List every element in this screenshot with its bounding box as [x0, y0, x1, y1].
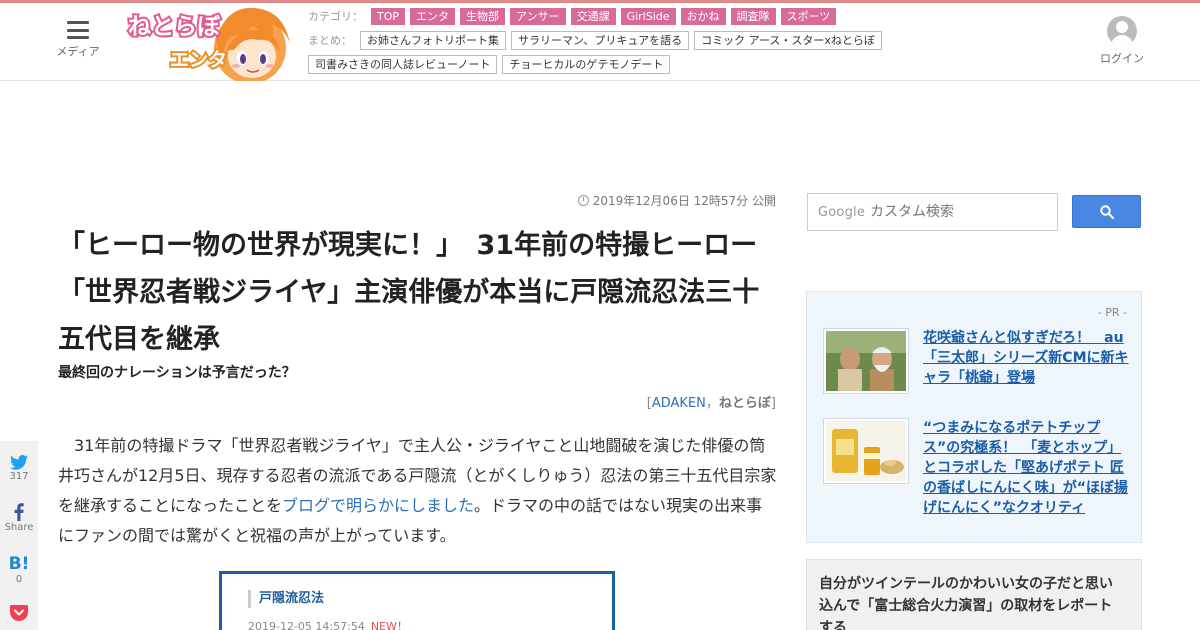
category-tag-enta[interactable]: エンタ — [410, 7, 456, 25]
category-tag-seibutsubu[interactable]: 生物部 — [460, 7, 506, 25]
hatena-icon: B! — [8, 554, 30, 574]
page: メディア ねとらぼ エンタ カテゴリ： TOP エンタ 生物部 アンサー 交通課… — [0, 0, 1200, 630]
login-label: ログイン — [1100, 52, 1144, 65]
summary-tag-getemono-date[interactable]: チョーヒカルのゲテモノデート — [502, 54, 671, 74]
hatena-count: 0 — [15, 574, 23, 585]
article-body-paragraph: 31年前の特撮ドラマ「世界忍者戦ジライヤ」で主人公・ジライヤこと山地闘破を演じた… — [58, 431, 778, 551]
ranking-link[interactable]: 自分がツインテールのかわいい女の子だと思い込んで「富士総合火力演習」の取材をレポ… — [819, 573, 1119, 630]
byline: [ADAKEN，ねとらぼ] — [647, 392, 776, 411]
pr-link[interactable]: “つまみになるポテトチップス”の究極系！ 「麦とホップ」とコラボした「堅あげポテ… — [923, 418, 1131, 518]
search-input[interactable] — [870, 204, 1050, 220]
media-menu-button[interactable]: メディア — [56, 21, 100, 59]
share-bar: 317 Share B! 0 — [0, 441, 38, 630]
pr-item[interactable]: 花咲爺さんと似すぎだろ！ au「三太郎」シリーズ新CMに新キャラ「桃爺」登場 — [823, 328, 1135, 398]
clock-icon — [577, 195, 589, 206]
logo-text: ねとらぼ — [128, 14, 221, 40]
category-tag-kotsuka[interactable]: 交通課 — [570, 7, 616, 25]
category-tag-girlside[interactable]: GirlSide — [620, 7, 676, 25]
media-menu-label: メディア — [56, 45, 100, 58]
article-subtitle: 最終回のナレーションは予言だった？ — [58, 365, 296, 381]
summary-tag-photo-report[interactable]: お姉さんフォトリポート集 — [360, 30, 506, 50]
summary-nav-row2: 司書みさきの同人誌レビューノート チョーヒカルのゲテモノデート — [308, 54, 675, 74]
new-badge: NEW！ — [370, 620, 408, 630]
category-tag-chosatai[interactable]: 調査隊 — [730, 7, 776, 25]
figure-date-text: 2019-12-05 14:57:54 — [248, 620, 365, 630]
pocket-icon — [10, 605, 28, 621]
category-label: カテゴリ： — [308, 10, 363, 23]
ranking-box: 自分がツインテールのかわいい女の子だと思い込んで「富士総合火力演習」の取材をレポ… — [806, 559, 1142, 630]
byline-sep: ， — [705, 396, 719, 411]
hamburger-icon — [67, 21, 89, 39]
twitter-share-button[interactable]: 317 — [0, 455, 38, 482]
user-avatar-icon — [1107, 16, 1137, 46]
summary-tag-comic-earthstar[interactable]: コミック アース・スターxねとらぼ — [694, 30, 882, 50]
category-tag-okane[interactable]: おかね — [680, 7, 726, 25]
summary-tag-precure[interactable]: サラリーマン、プリキュアを語る — [511, 30, 690, 50]
category-tag-top[interactable]: TOP — [371, 7, 406, 25]
site-logo[interactable]: ねとらぼ エンタ — [126, 0, 302, 81]
publisher-name: ねとらぼ — [718, 396, 771, 411]
google-brand: Google — [818, 205, 866, 220]
site-header: メディア ねとらぼ エンタ カテゴリ： TOP エンタ 生物部 アンサー 交通課… — [0, 3, 1200, 81]
pr-thumbnail — [823, 328, 909, 394]
facebook-share-button[interactable]: Share — [0, 503, 38, 533]
summary-nav: まとめ： お姉さんフォトリポート集 サラリーマン、プリキュアを語る コミック ア… — [308, 30, 887, 50]
facebook-label: Share — [4, 522, 34, 533]
figure-title: 戸隠流忍法 — [248, 590, 324, 608]
pocket-share-button[interactable] — [0, 605, 38, 621]
byline-close: ] — [770, 396, 776, 411]
publish-date: 2019年12月06日 12時57分 公開 — [577, 192, 776, 209]
facebook-icon — [14, 503, 24, 521]
article-figure[interactable]: 戸隠流忍法 2019-12-05 14:57:54 NEW！ — [219, 571, 615, 630]
hatena-bookmark-button[interactable]: B! 0 — [0, 555, 38, 585]
google-custom-search: Google — [807, 193, 1058, 231]
login-button[interactable]: ログイン — [1096, 16, 1148, 66]
pr-link[interactable]: 花咲爺さんと似すぎだろ！ au「三太郎」シリーズ新CMに新キャラ「桃爺」登場 — [923, 328, 1131, 388]
logo-sub-text: エンタ — [170, 49, 227, 71]
publish-date-text: 2019年12月06日 12時57分 公開 — [592, 194, 776, 208]
search-button[interactable] — [1072, 195, 1141, 228]
search-icon — [1100, 205, 1114, 219]
category-tag-sports[interactable]: スポーツ — [780, 7, 837, 25]
summary-tag-doujin-review[interactable]: 司書みさきの同人誌レビューノート — [308, 54, 498, 74]
pr-box: - PR - 花咲爺さんと似すぎだろ！ au「三太郎」シリーズ新CMに新キャラ「… — [806, 291, 1142, 543]
figure-date: 2019-12-05 14:57:54 NEW！ — [248, 618, 408, 630]
category-tag-answer[interactable]: アンサー — [510, 7, 566, 25]
summary-label: まとめ： — [308, 34, 352, 47]
twitter-count: 317 — [9, 471, 29, 482]
twitter-icon — [10, 455, 28, 470]
article-title: 「ヒーロー物の世界が現実に！」 31年前の特撮ヒーロー「世界忍者戦ジライヤ」主演… — [58, 230, 760, 355]
blog-link[interactable]: ブログで明らかにしました — [282, 496, 474, 515]
pr-item[interactable]: “つまみになるポテトチップス”の究極系！ 「麦とホップ」とコラボした「堅あげポテ… — [823, 418, 1135, 528]
pr-label: - PR - — [1097, 306, 1127, 319]
author-link[interactable]: ADAKEN — [652, 396, 706, 411]
category-nav: カテゴリ： TOP エンタ 生物部 アンサー 交通課 GirlSide おかね … — [308, 6, 841, 26]
pr-thumbnail — [823, 418, 909, 484]
